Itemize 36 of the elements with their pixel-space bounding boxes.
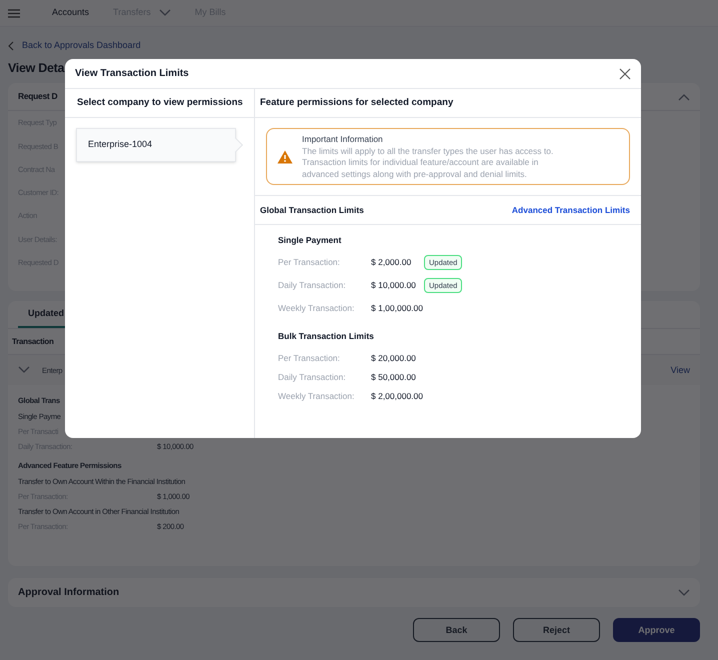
action-button[interactable]: Reject (513, 618, 600, 642)
warning-icon (277, 150, 293, 164)
limit-label: Per Transaction: (278, 352, 341, 365)
card-title: Approval Information (18, 586, 120, 600)
limit-value: $ 50,000.00 (371, 370, 417, 384)
back-link[interactable]: Back to Approvals Dashboard (8, 39, 141, 52)
close-icon[interactable] (619, 68, 631, 80)
limit-label: Weekly Transaction: (278, 302, 356, 315)
section-title: Transaction (12, 336, 54, 348)
limit-label: Daily Transaction: (278, 370, 347, 384)
advanced-limits-link[interactable]: Advanced Transaction Limits (512, 204, 630, 217)
action-button[interactable]: Back (413, 618, 500, 642)
menu-icon[interactable] (8, 8, 20, 18)
limit-value: $ 10,000.00 (371, 279, 417, 292)
column-header: Feature permissions for selected company (260, 96, 454, 110)
approval-card[interactable]: Approval Information (8, 578, 700, 608)
limit-label: Weekly Transaction: (278, 390, 356, 403)
chevron-left-icon (8, 40, 14, 51)
dialog-title: View Transaction Limits (75, 67, 189, 81)
view-link[interactable]: View (670, 364, 690, 377)
limit-value: $ 1,00,000.00 (371, 302, 424, 315)
alert-text: The limits will apply to all the transfer types the user has access to. Transaction limits for individual feature/account are available in advanced settings along with pre-approval and denial limits. (302, 146, 554, 180)
group-title: Single Payment (278, 234, 342, 247)
approve-button[interactable]: Approve (613, 618, 700, 642)
limit-value: $ 2,00,000.00 (371, 390, 424, 403)
limit-label: Per Transaction: (278, 256, 341, 269)
limit-value: $ 2,000.00 (371, 256, 412, 269)
column-header: Select company to view permissions (77, 96, 243, 110)
section-title: Global Transaction Limits (260, 204, 364, 217)
limit-label: Daily Transaction: (278, 279, 347, 292)
alert-title: Important Information (302, 133, 383, 146)
page-title: View Deta (8, 60, 64, 76)
limit-value: $ 20,000.00 (371, 352, 417, 365)
nav-item[interactable]: Accounts (52, 6, 90, 20)
group-title: Bulk Transaction Limits (278, 330, 374, 343)
card-title: Request D (18, 90, 58, 104)
